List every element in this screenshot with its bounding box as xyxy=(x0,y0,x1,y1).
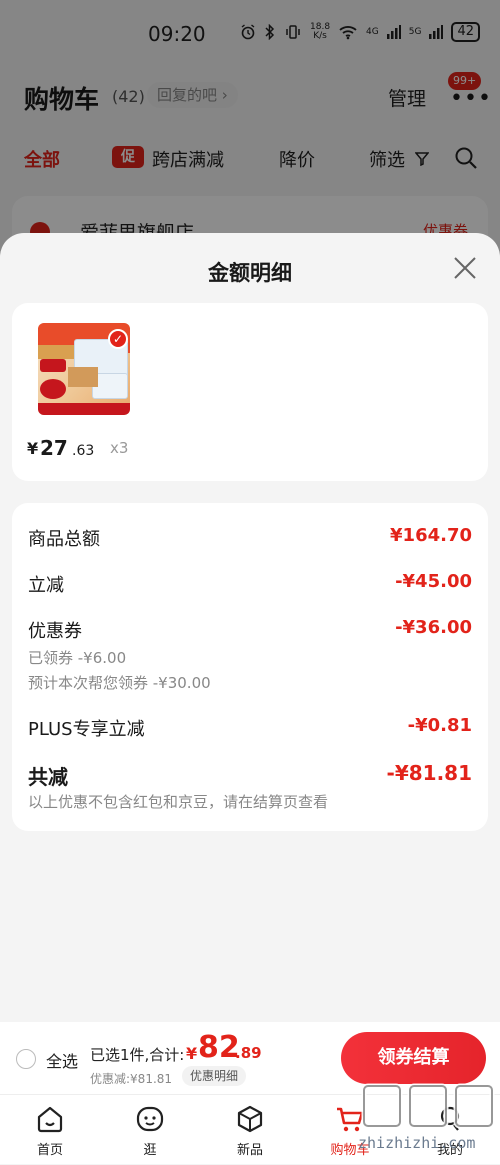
discount-summary: 优惠减:¥81.81 xyxy=(90,1072,173,1086)
browse-face-icon xyxy=(136,1106,164,1132)
selected-summary: 已选1件,合计: xyxy=(90,1046,185,1064)
total-discount-value: -¥81.81 xyxy=(386,761,472,785)
instant-discount-label: 立减 xyxy=(28,575,64,596)
product-thumbnail[interactable]: ✓ xyxy=(38,323,130,415)
tab-browse-label: 逛 xyxy=(143,1143,157,1158)
sum-decimal: .89 xyxy=(235,1044,262,1062)
watermark-text: zhizhizhi.com xyxy=(358,1134,476,1152)
product-price-integer: 27 xyxy=(40,436,68,460)
tab-new-label: 新品 xyxy=(236,1143,263,1158)
tab-new[interactable]: 新品 xyxy=(200,1095,300,1165)
select-all-label[interactable]: 全选 xyxy=(46,1048,78,1072)
select-all-radio[interactable] xyxy=(16,1049,36,1069)
home-icon xyxy=(37,1106,63,1133)
discount-detail-link[interactable]: 优惠明细 xyxy=(182,1066,247,1086)
box-icon xyxy=(237,1105,263,1133)
tab-home[interactable]: 首页 xyxy=(0,1095,100,1165)
goods-total-value: ¥164.70 xyxy=(390,525,472,546)
amount-detail-card: 商品总额 ¥164.70 立减 -¥45.00 优惠券 -¥36.00 已领券 … xyxy=(12,503,488,831)
coupon-value: -¥36.00 xyxy=(395,617,472,638)
total-discount-note: 以上优惠不包含红包和京豆，请在结算页查看 xyxy=(28,793,329,811)
product-price-symbol: ¥ xyxy=(27,439,39,458)
checkmark-icon: ✓ xyxy=(108,329,128,349)
goods-total-label: 商品总额 xyxy=(28,529,100,550)
sheet-title: 金额明细 xyxy=(208,261,292,285)
coupon-claimed: 已领券 -¥6.00 xyxy=(28,649,127,667)
tab-home-label: 首页 xyxy=(36,1143,63,1158)
checkout-button[interactable]: 领券结算 xyxy=(341,1032,486,1084)
plus-discount-label: PLUS专享立减 xyxy=(28,719,145,740)
coupon-label: 优惠券 xyxy=(28,621,82,642)
total-discount-label: 共减 xyxy=(28,765,68,789)
coupon-estimated: 预计本次帮您领券 -¥30.00 xyxy=(28,674,211,692)
sum-currency: ¥ xyxy=(186,1044,198,1063)
product-quantity: x3 xyxy=(110,439,129,457)
plus-discount-value: -¥0.81 xyxy=(407,715,472,736)
instant-discount-value: -¥45.00 xyxy=(395,571,472,592)
close-icon[interactable] xyxy=(452,255,478,281)
product-price-decimal: .63 xyxy=(72,443,95,459)
tab-browse[interactable]: 逛 xyxy=(100,1095,200,1165)
sum-integer: 82 xyxy=(198,1030,240,1065)
